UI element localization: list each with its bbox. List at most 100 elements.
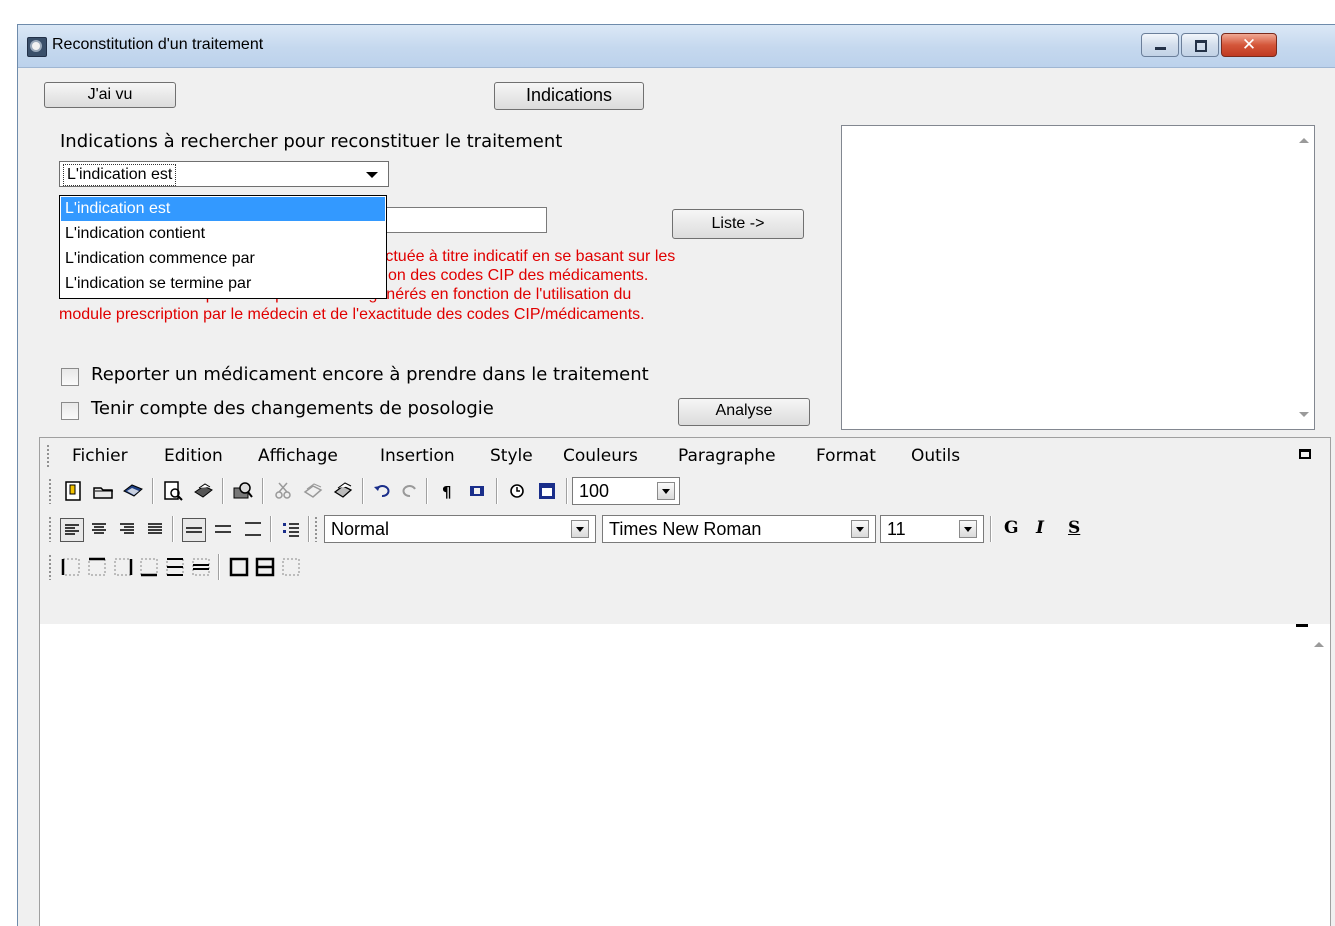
toolbar-separator [426, 478, 428, 504]
minimize-button[interactable] [1141, 33, 1179, 57]
border-bottom-icon[interactable] [138, 556, 160, 578]
toolbar-separator [152, 478, 154, 504]
chevron-down-icon[interactable] [571, 520, 589, 538]
italic-button[interactable]: I [1036, 518, 1044, 538]
menu-style[interactable]: Style [490, 446, 533, 466]
border-all-icon[interactable] [254, 556, 276, 578]
menu-format[interactable]: Format [816, 446, 876, 466]
border-right-icon[interactable] [112, 556, 134, 578]
pilcrow-icon[interactable]: ¶ [436, 480, 458, 502]
toolbar-grip[interactable] [48, 516, 52, 542]
results-list[interactable] [841, 125, 1315, 430]
bullet-list-icon[interactable] [280, 518, 302, 540]
menu-paragraphe[interactable]: Paragraphe [678, 446, 776, 466]
copy-icon [303, 483, 323, 498]
border-none-icon[interactable] [280, 556, 302, 578]
window-title: Reconstitution d'un traitement [52, 36, 264, 53]
zoom-select[interactable]: 100 [572, 477, 680, 505]
zoom-value: 100 [579, 481, 610, 501]
menubar-grip[interactable] [46, 444, 50, 468]
line-spacing-1-5-icon[interactable] [212, 518, 234, 540]
toolbar-separator [566, 478, 568, 504]
toolbar-separator [222, 478, 224, 504]
border-inner-icon[interactable] [190, 556, 212, 578]
option-contient[interactable]: L'indication contient [61, 222, 385, 246]
toolbar-separator [990, 516, 992, 542]
border-left-icon[interactable] [60, 556, 82, 578]
menu-fichier[interactable]: Fichier [72, 446, 128, 466]
save-disk-icon[interactable] [122, 480, 144, 502]
chevron-down-icon[interactable] [959, 520, 977, 538]
menu-edition[interactable]: Edition [164, 446, 223, 466]
chevron-down-icon[interactable] [657, 482, 675, 500]
scroll-down-icon[interactable] [1294, 406, 1314, 426]
paragraph-style-value: Normal [331, 519, 390, 539]
bold-button[interactable]: G [1004, 518, 1019, 538]
dosage-checkbox[interactable] [61, 402, 79, 420]
close-icon: ✕ [1241, 35, 1257, 55]
print-icon[interactable] [192, 480, 214, 502]
option-commence[interactable]: L'indication commence par [61, 247, 385, 271]
paragraph-style-select[interactable]: Normal [324, 515, 596, 543]
option-est[interactable]: L'indication est [61, 197, 385, 221]
line-spacing-1-icon[interactable] [182, 518, 206, 542]
underline-button[interactable]: S [1068, 518, 1080, 538]
search-label: Indications à rechercher pour reconstitu… [60, 131, 563, 152]
chevron-down-icon[interactable] [851, 520, 869, 538]
document-area[interactable] [40, 624, 1330, 926]
text-editor: Fichier Edition Affichage Insertion Styl… [39, 437, 1331, 926]
toolbar-formatting: Normal Times New Roman 11 G I S [46, 510, 1276, 548]
analyse-button[interactable]: Analyse [678, 398, 810, 426]
open-folder-icon[interactable] [92, 480, 114, 502]
border-horizontal-icon[interactable] [164, 556, 186, 578]
print-preview-icon[interactable] [162, 480, 184, 502]
align-right-icon[interactable] [116, 518, 138, 540]
option-termine[interactable]: L'indication se termine par [61, 272, 385, 296]
font-select[interactable]: Times New Roman [602, 515, 876, 543]
report-checkbox[interactable] [61, 368, 79, 386]
title-bar[interactable]: Reconstitution d'un traitement ✕ [18, 25, 1335, 68]
scroll-up-icon[interactable] [1294, 126, 1314, 146]
menu-affichage[interactable]: Affichage [258, 446, 338, 466]
toolbar-borders [46, 548, 468, 586]
paste-icon[interactable] [332, 480, 354, 502]
menu-couleurs[interactable]: Couleurs [563, 446, 638, 466]
border-top-icon[interactable] [86, 556, 108, 578]
border-outside-icon[interactable] [228, 556, 250, 578]
align-center-icon[interactable] [88, 518, 110, 540]
toolbar-separator [262, 478, 264, 504]
font-value: Times New Roman [609, 519, 762, 539]
list-button[interactable]: Liste -> [672, 209, 804, 239]
font-size-value: 11 [887, 519, 906, 539]
toolbar-grip[interactable] [48, 478, 52, 504]
restore-icon[interactable] [1299, 449, 1311, 459]
warning-line-2: ction des codes CIP des médicaments. [372, 267, 649, 284]
new-doc-icon[interactable] [62, 480, 84, 502]
menu-insertion[interactable]: Insertion [380, 446, 455, 466]
seen-button[interactable]: J'ai vu [44, 82, 176, 108]
search-input[interactable] [386, 207, 547, 233]
results-scrollbar[interactable] [1294, 126, 1314, 429]
menu-outils[interactable]: Outils [911, 446, 960, 466]
indication-mode-select[interactable]: L'indication est [59, 161, 389, 187]
close-button[interactable]: ✕ [1221, 33, 1277, 57]
find-icon[interactable] [232, 480, 254, 502]
toolbar-standard: ¶ 100 [46, 472, 934, 510]
justify-icon[interactable] [144, 518, 166, 540]
indications-button[interactable]: Indications [494, 82, 644, 110]
toolbar-grip[interactable] [48, 554, 52, 580]
clock-icon[interactable] [506, 480, 528, 502]
toolbar-separator [218, 554, 220, 580]
maximize-button[interactable] [1181, 33, 1219, 57]
toolbar-grip[interactable] [314, 516, 318, 542]
chevron-down-icon[interactable] [360, 165, 384, 183]
document-scrollbar[interactable] [1308, 624, 1330, 926]
field-icon[interactable] [466, 480, 488, 502]
align-left-icon[interactable] [60, 518, 84, 542]
font-size-select[interactable]: 11 [880, 515, 984, 543]
scroll-up-icon[interactable] [1309, 630, 1329, 650]
calendar-icon[interactable] [536, 480, 558, 502]
toolbar-separator [496, 478, 498, 504]
undo-icon[interactable] [372, 480, 394, 502]
line-spacing-2-icon[interactable] [242, 518, 264, 540]
